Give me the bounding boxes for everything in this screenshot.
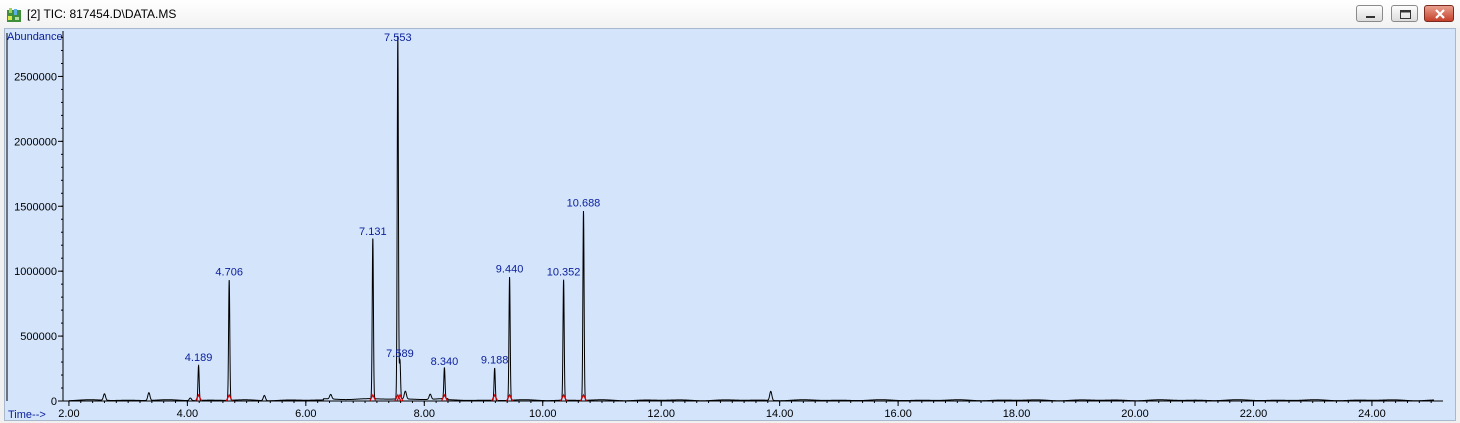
x-tick-label: 10.00 xyxy=(529,408,557,420)
x-tick-label: 2.00 xyxy=(58,408,79,420)
y-tick-label: 2000000 xyxy=(14,136,57,148)
x-tick-label: 16.00 xyxy=(884,408,912,420)
integration-mark xyxy=(506,393,514,402)
x-tick-label: 4.00 xyxy=(177,408,198,420)
restore-icon xyxy=(1400,10,1411,19)
x-axis-title: Time--> xyxy=(8,409,46,420)
peak-label: 7.131 xyxy=(359,226,387,238)
integration-mark xyxy=(491,393,499,402)
peak-label: 9.440 xyxy=(496,264,524,276)
integration-mark xyxy=(195,393,203,402)
chromatogram-plot[interactable]: 0 500000 1000000 1500000 2000000 2500000 2.00 4… xyxy=(4,28,1456,421)
peak-label: 9.188 xyxy=(481,355,509,367)
x-tick-label: 20.00 xyxy=(1121,408,1149,420)
x-tick-label: 14.00 xyxy=(766,408,794,420)
restore-button[interactable] xyxy=(1391,5,1418,22)
y-tick-label: 0 xyxy=(51,396,57,408)
window-title: [2] TIC: 817454.D\DATA.MS xyxy=(27,7,177,21)
chart-axes: 0 500000 1000000 1500000 2000000 2500000 2.00 4… xyxy=(6,31,1443,420)
y-tick-label: 1500000 xyxy=(14,201,57,213)
x-tick-label: 24.00 xyxy=(1358,408,1386,420)
title-bar[interactable]: [2] TIC: 817454.D\DATA.MS xyxy=(0,0,1460,28)
x-tick-label: 12.00 xyxy=(647,408,675,420)
tic-trace-line xyxy=(68,35,1434,402)
peak-label: 7.553 xyxy=(384,32,412,44)
x-tick-label: 8.00 xyxy=(414,408,435,420)
close-button[interactable] xyxy=(1424,5,1454,22)
peak-label: 4.189 xyxy=(185,352,213,364)
integration-mark xyxy=(225,393,233,402)
peak-labels: 4.189 4.706 7.131 7.553 7.589 8.340 9.188 9.440… xyxy=(185,32,601,368)
peak-label: 10.352 xyxy=(547,266,581,278)
minimize-button[interactable] xyxy=(1356,5,1383,22)
x-tick-label: 22.00 xyxy=(1240,408,1268,420)
minimize-icon xyxy=(1366,16,1375,18)
integration-mark xyxy=(560,393,568,402)
chromatogram-app-icon xyxy=(7,8,21,22)
tic-chart[interactable]: 0 500000 1000000 1500000 2000000 2500000 2.00 4… xyxy=(5,29,1455,420)
peak-label: 8.340 xyxy=(431,356,459,368)
y-tick-label: 1000000 xyxy=(14,266,57,278)
peak-label: 4.706 xyxy=(215,266,243,278)
peak-label: 7.589 xyxy=(386,348,414,360)
tic-trace xyxy=(68,35,1434,402)
y-tick-label: 500000 xyxy=(20,331,57,343)
x-tick-label: 18.00 xyxy=(1003,408,1031,420)
y-tick-label: 2500000 xyxy=(14,71,57,83)
x-tick-label: 6.00 xyxy=(295,408,316,420)
peak-label: 10.688 xyxy=(567,197,601,209)
integration-mark xyxy=(440,393,448,402)
chromatogram-window: [2] TIC: 817454.D\DATA.MS 0 500000 1000000… xyxy=(0,0,1460,423)
y-axis-title: Abundance xyxy=(7,31,63,43)
close-icon xyxy=(1435,9,1445,19)
